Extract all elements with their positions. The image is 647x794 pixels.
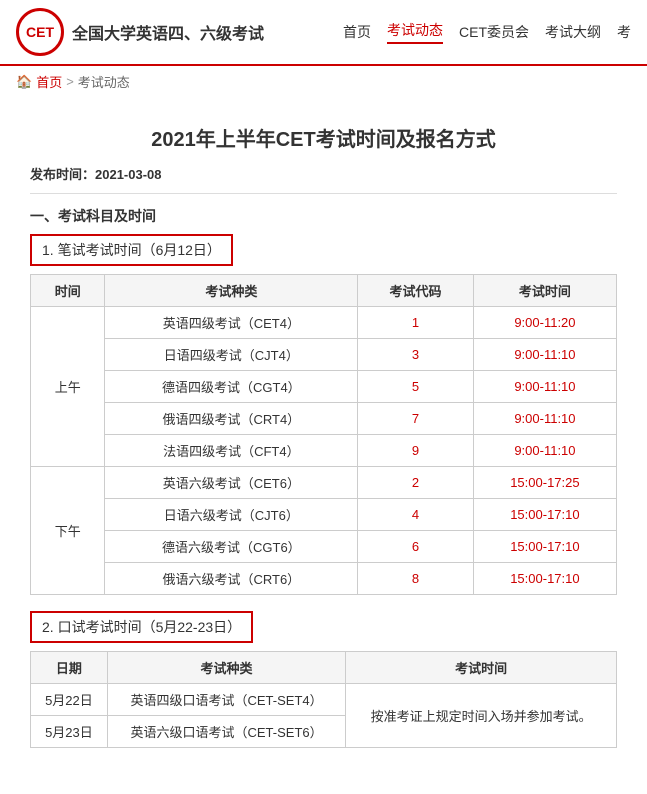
- publish-label: 发布时间：: [30, 167, 95, 182]
- site-name: 全国大学英语四、六级考试: [72, 20, 264, 44]
- exam-name: 日语四级考试（CJT4）: [105, 339, 358, 371]
- nav-more[interactable]: 考: [617, 22, 631, 42]
- exam-name: 俄语六级考试（CRT6）: [105, 563, 358, 595]
- logo-icon: CET: [16, 8, 64, 56]
- exam-name: 法语四级考试（CFT4）: [105, 435, 358, 467]
- exam-code: 1: [358, 307, 474, 339]
- publish-date: 2021-03-08: [95, 167, 162, 182]
- exam-time: 15:00-17:10: [473, 563, 616, 595]
- nav-exam-news[interactable]: 考试动态: [387, 20, 443, 44]
- col-exam-time: 考试时间: [473, 275, 616, 307]
- oral-col-type: 考试种类: [107, 652, 345, 684]
- table-header-row: 时间 考试种类 考试代码 考试时间: [31, 275, 617, 307]
- oral-col-date: 日期: [31, 652, 108, 684]
- exam-time: 9:00-11:10: [473, 403, 616, 435]
- main-content: 2021年上半年CET考试时间及报名方式 发布时间：2021-03-08 一、考…: [0, 97, 647, 794]
- oral-exam-label: 2. 口试考试时间（5月22-23日）: [30, 611, 253, 643]
- exam-code: 6: [358, 531, 474, 563]
- table-row: 俄语六级考试（CRT6）815:00-17:10: [31, 563, 617, 595]
- exam-code: 9: [358, 435, 474, 467]
- nav-syllabus[interactable]: 考试大纲: [545, 22, 601, 42]
- oral-header-row: 日期 考试种类 考试时间: [31, 652, 617, 684]
- period-afternoon: 下午: [31, 467, 105, 595]
- publish-date-line: 发布时间：2021-03-08: [30, 164, 617, 183]
- oral-date: 5月22日: [31, 684, 108, 716]
- exam-time: 9:00-11:10: [473, 435, 616, 467]
- exam-code: 8: [358, 563, 474, 595]
- table-row: 德语四级考试（CGT4）59:00-11:10: [31, 371, 617, 403]
- exam-name: 日语六级考试（CJT6）: [105, 499, 358, 531]
- exam-name: 英语六级考试（CET6）: [105, 467, 358, 499]
- nav-committee[interactable]: CET委员会: [459, 22, 529, 42]
- oral-exam-time: 按准考证上规定时间入场并参加考试。: [346, 684, 617, 748]
- logo-area: CET 全国大学英语四、六级考试: [16, 8, 264, 56]
- table-row: 法语四级考试（CFT4）99:00-11:10: [31, 435, 617, 467]
- table-row: 日语四级考试（CJT4）39:00-11:10: [31, 339, 617, 371]
- table-row: 下午英语六级考试（CET6）215:00-17:25: [31, 467, 617, 499]
- exam-code: 4: [358, 499, 474, 531]
- exam-time: 9:00-11:10: [473, 339, 616, 371]
- exam-name: 德语六级考试（CGT6）: [105, 531, 358, 563]
- exam-code: 2: [358, 467, 474, 499]
- table-row: 上午英语四级考试（CET4）19:00-11:20: [31, 307, 617, 339]
- oral-table-row: 5月22日英语四级口语考试（CET-SET4）按准考证上规定时间入场并参加考试。: [31, 684, 617, 716]
- period-morning: 上午: [31, 307, 105, 467]
- breadcrumb-home-icon: 🏠: [16, 74, 32, 90]
- table-row: 日语六级考试（CJT6）415:00-17:10: [31, 499, 617, 531]
- page-title: 2021年上半年CET考试时间及报名方式: [30, 123, 617, 152]
- exam-time: 15:00-17:10: [473, 531, 616, 563]
- main-nav: 首页 考试动态 CET委员会 考试大纲 考: [343, 20, 631, 44]
- section-1-title: 一、考试科目及时间: [30, 206, 617, 226]
- exam-time: 9:00-11:20: [473, 307, 616, 339]
- breadcrumb-home[interactable]: 首页: [36, 72, 62, 91]
- exam-name: 德语四级考试（CGT4）: [105, 371, 358, 403]
- divider-1: [30, 193, 617, 194]
- exam-time: 15:00-17:10: [473, 499, 616, 531]
- table-row: 俄语四级考试（CRT4）79:00-11:10: [31, 403, 617, 435]
- col-exam-code: 考试代码: [358, 275, 474, 307]
- exam-name: 俄语四级考试（CRT4）: [105, 403, 358, 435]
- exam-name: 英语四级考试（CET4）: [105, 307, 358, 339]
- table-row: 德语六级考试（CGT6）615:00-17:10: [31, 531, 617, 563]
- col-period: 时间: [31, 275, 105, 307]
- exam-time: 15:00-17:25: [473, 467, 616, 499]
- exam-code: 3: [358, 339, 474, 371]
- breadcrumb-separator: >: [66, 74, 74, 89]
- breadcrumb: 🏠 首页 > 考试动态: [0, 66, 647, 97]
- oral-exam-table: 日期 考试种类 考试时间 5月22日英语四级口语考试（CET-SET4）按准考证…: [30, 651, 617, 748]
- site-header: CET 全国大学英语四、六级考试 首页 考试动态 CET委员会 考试大纲 考: [0, 0, 647, 66]
- oral-date: 5月23日: [31, 716, 108, 748]
- nav-home[interactable]: 首页: [343, 22, 371, 42]
- exam-time: 9:00-11:10: [473, 371, 616, 403]
- logo-text: CET: [26, 24, 54, 40]
- oral-col-time: 考试时间: [346, 652, 617, 684]
- written-exam-table: 时间 考试种类 考试代码 考试时间 上午英语四级考试（CET4）19:00-11…: [30, 274, 617, 595]
- oral-exam-name: 英语四级口语考试（CET-SET4）: [107, 684, 345, 716]
- col-exam-type: 考试种类: [105, 275, 358, 307]
- exam-code: 7: [358, 403, 474, 435]
- exam-code: 5: [358, 371, 474, 403]
- oral-exam-name: 英语六级口语考试（CET-SET6）: [107, 716, 345, 748]
- breadcrumb-current: 考试动态: [78, 72, 130, 91]
- written-exam-label: 1. 笔试考试时间（6月12日）: [30, 234, 233, 266]
